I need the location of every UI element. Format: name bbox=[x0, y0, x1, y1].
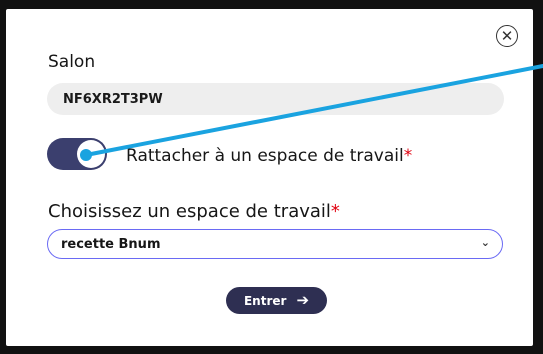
arrow-right-icon: ➔ bbox=[296, 291, 310, 309]
enter-button[interactable]: Entrer ➔ bbox=[226, 287, 327, 314]
workspace-selected-value: recette Bnum bbox=[61, 236, 161, 252]
required-mark: * bbox=[330, 201, 340, 222]
attach-workspace-label-text: Rattacher à un espace de travail bbox=[126, 146, 404, 166]
chevron-down-icon: ⌄ bbox=[480, 236, 490, 249]
toggle-knob bbox=[77, 140, 105, 168]
salon-value: NF6XR2T3PW bbox=[63, 91, 163, 107]
workspace-select[interactable]: recette Bnum ⌄ bbox=[47, 229, 503, 259]
required-mark: * bbox=[403, 146, 413, 166]
enter-button-label: Entrer bbox=[243, 293, 287, 308]
salon-field: NF6XR2T3PW bbox=[47, 83, 504, 115]
attach-workspace-toggle[interactable] bbox=[47, 138, 107, 170]
workspace-label-text: Choisissez un espace de travail bbox=[48, 201, 331, 222]
workspace-label: Choisissez un espace de travail* bbox=[48, 201, 340, 222]
close-icon[interactable]: ✕ bbox=[496, 25, 518, 47]
attach-workspace-label: Rattacher à un espace de travail* bbox=[126, 146, 412, 166]
salon-label: Salon bbox=[48, 52, 96, 72]
